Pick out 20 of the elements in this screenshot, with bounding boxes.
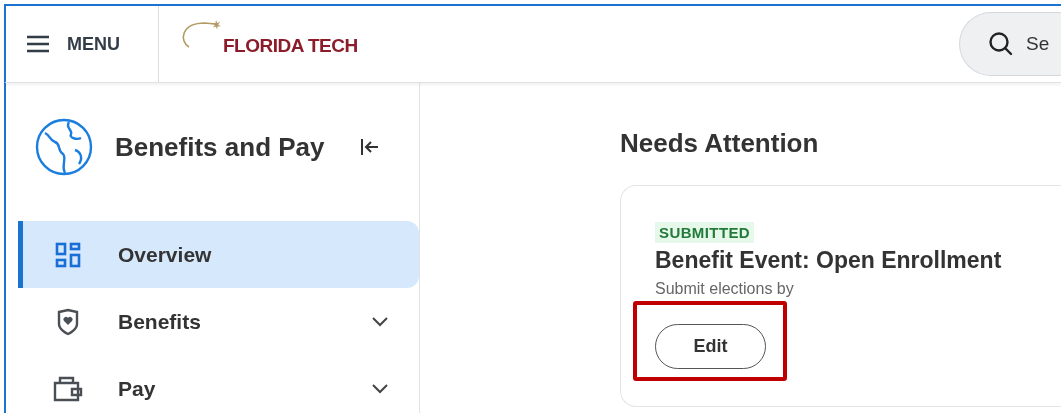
menu-icon xyxy=(26,35,50,53)
sidebar-item[interactable]: Pay xyxy=(18,355,419,415)
wallet-icon xyxy=(53,374,83,403)
grid-icon xyxy=(55,241,81,268)
section-heading: Needs Attention xyxy=(620,128,820,159)
shield-heart-icon xyxy=(56,307,80,336)
card-title: Benefit Event: Open Enrollment xyxy=(655,247,1002,274)
card-subtitle: Submit elections by xyxy=(655,280,794,298)
edit-button[interactable]: Edit xyxy=(655,324,766,369)
globe-icon xyxy=(35,118,93,176)
search-icon xyxy=(988,31,1014,57)
logo-text: FLORIDA TECH xyxy=(223,35,358,57)
search-placeholder: Se xyxy=(1026,33,1050,55)
status-badge: SUBMITTED xyxy=(655,222,755,243)
search-field[interactable]: Se xyxy=(959,12,1061,76)
sidebar-item[interactable]: Overview xyxy=(18,221,419,288)
sidebar-item[interactable]: Benefits xyxy=(18,288,419,355)
collapse-icon[interactable] xyxy=(360,137,380,157)
sidebar-title: Benefits and Pay xyxy=(115,131,326,163)
menu-button[interactable]: MENU xyxy=(6,6,159,82)
